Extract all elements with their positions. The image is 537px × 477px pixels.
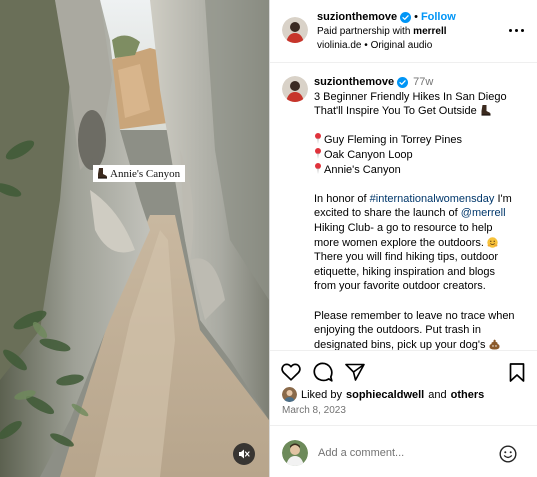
hike-item: Guy Fleming in Torrey Pines [314,133,534,148]
caption-age[interactable]: 77w [413,75,433,90]
hike-name: Annie's Canyon [324,163,401,176]
caption-text: excited to share the launch of [314,207,458,220]
partnership-prefix: Paid partnership with [317,26,411,37]
post-date[interactable]: March 8, 2023 [282,405,346,416]
caption-text: designated bins, pick up your dog's [314,338,486,350]
caption-paragraph-line: etiquette, hiking inspiration and blogs [314,265,496,278]
caption-paragraph-line: Please remember to leave no trace when [314,309,515,322]
caption-avatar[interactable] [282,76,308,102]
caption-paragraph-line: In honor of #internationalwomensday I'm [314,192,534,207]
audio-separator: • [364,40,368,51]
likes-summary: Liked by sophiecaldwell and others [282,387,484,402]
comment-input[interactable] [318,444,488,462]
hiking-boot-icon [481,105,491,116]
author-avatar[interactable] [282,17,308,43]
caption-header: suzionthemove 77w [314,75,534,90]
smiley-icon[interactable] [498,444,518,464]
pin-icon [315,162,321,174]
verified-badge-icon [397,76,409,88]
audio-info: violinia.de • Original audio [317,40,432,51]
hike-name: Oak Canyon Loop [324,148,413,161]
header-title-row: suzionthemove • Follow [317,11,456,23]
current-user-avatar [282,440,308,466]
hiking-boot-icon [98,168,107,179]
original-audio-link[interactable]: Original audio [371,40,433,51]
caption-text: more women explore the outdoors. [314,236,484,249]
likes-others-link[interactable]: others [451,389,485,401]
location-label-text: Annie's Canyon [110,167,181,180]
caption-title-text-2: That'll Inspire You To Get Outside [314,105,477,118]
post-media[interactable]: Annie's Canyon [0,0,269,477]
caption-divider [270,350,537,351]
post-actions [270,361,537,383]
post-header: suzionthemove • Follow Paid partnership … [270,0,537,63]
caption-text: I'm [497,192,512,205]
hike-item: Annie's Canyon [314,162,534,178]
caption-body: suzionthemove 77w 3 Beginner Friendly Hi… [314,75,534,350]
caption-paragraph-line: Hiking Club- a go to resource to help [314,221,493,234]
poop-icon [489,339,500,350]
post-caption: suzionthemove 77w 3 Beginner Friendly Hi… [270,64,537,350]
hugging-face-icon [487,236,498,248]
comment-bar [270,426,537,477]
author-username[interactable]: suzionthemove [317,11,397,23]
follow-button[interactable]: Follow [421,11,456,23]
liker-username[interactable]: sophiecaldwell [346,389,424,401]
hike-item: Oak Canyon Loop [314,147,534,163]
mention-link[interactable]: @merrell [461,207,506,219]
mute-toggle-button[interactable] [233,443,255,465]
bookmark-icon[interactable] [506,361,528,383]
caption-paragraph-line: excited to share the launch of @merrell [314,206,534,221]
caption-paragraph-line: more women explore the outdoors. [314,236,534,251]
paid-partnership: Paid partnership with merrell [317,26,447,37]
pin-icon [315,147,321,159]
partner-link[interactable]: merrell [413,26,446,37]
liked-by-prefix: Liked by [301,388,342,401]
hashtag-link[interactable]: #internationalwomensday [370,193,495,205]
liked-by-conjunction: and [428,388,447,401]
post-panel: suzionthemove • Follow Paid partnership … [270,0,537,477]
verified-badge-icon [400,11,412,23]
liker-avatar[interactable] [282,387,297,402]
caption-title-line-2: That'll Inspire You To Get Outside [314,104,534,119]
share-icon[interactable] [344,361,366,383]
comment-icon[interactable] [312,361,334,383]
heart-icon[interactable] [280,361,302,383]
caption-paragraph-line: from your favorite outdoor creators. [314,280,486,293]
caption-username[interactable]: suzionthemove [314,75,394,90]
speaker-muted-icon [239,449,250,459]
canyon-photo [0,0,269,477]
audio-source-link[interactable]: violinia.de [317,40,361,51]
caption-paragraph-line: enjoying the outdoors. Put trash in [314,324,481,337]
location-label: Annie's Canyon [93,165,186,182]
header-separator: • [414,11,418,23]
more-options-icon[interactable] [506,24,526,36]
caption-paragraph-line: There you will find hiking tips, outdoor [314,251,499,264]
hike-name: Guy Fleming in Torrey Pines [324,134,462,147]
caption-paragraph-line: designated bins, pick up your dog's [314,338,534,350]
caption-text: In honor of [314,192,367,205]
pin-icon [315,133,321,145]
caption-title-line-1: 3 Beginner Friendly Hikes In San Diego [314,90,507,103]
